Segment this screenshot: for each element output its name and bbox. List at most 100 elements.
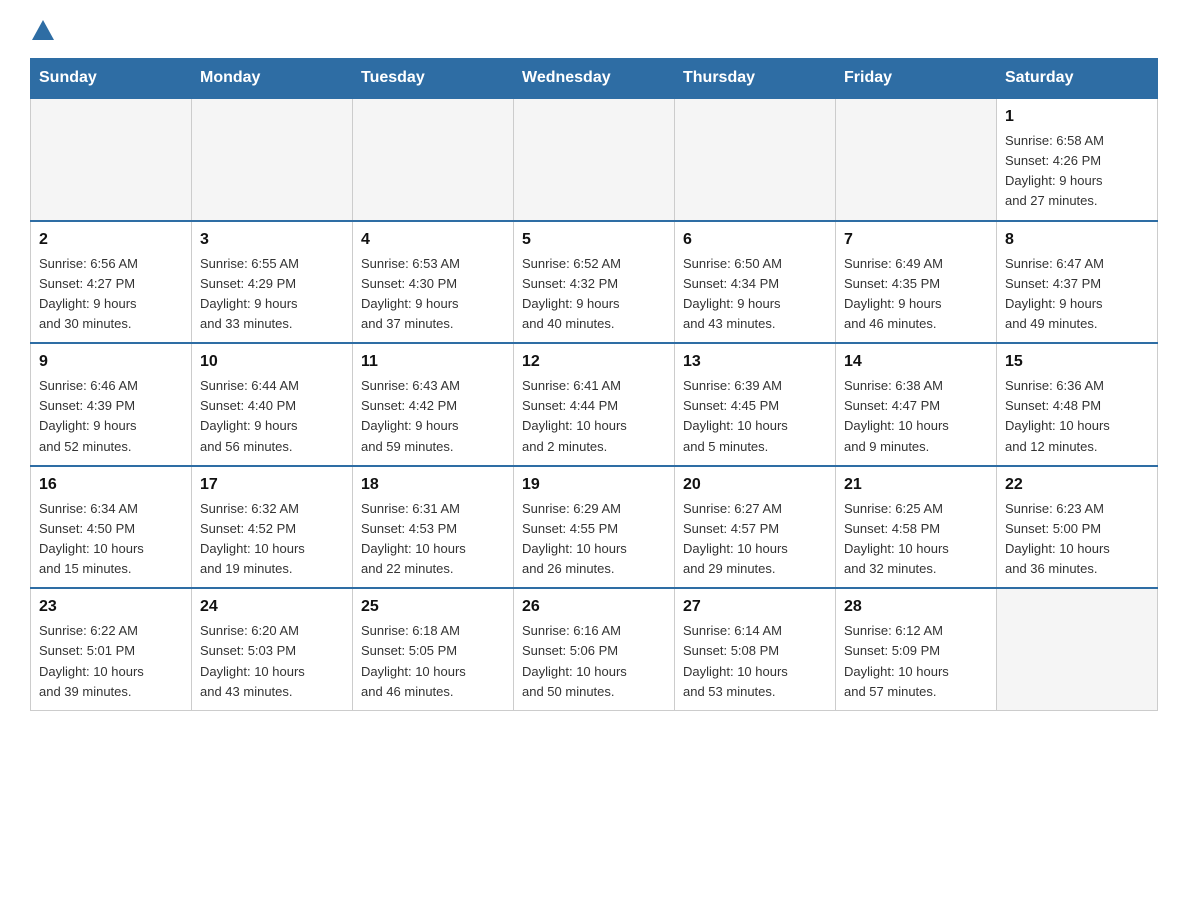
day-info: Sunrise: 6:58 AM Sunset: 4:26 PM Dayligh…: [1005, 131, 1149, 212]
calendar-table: SundayMondayTuesdayWednesdayThursdayFrid…: [30, 58, 1158, 711]
column-header-monday: Monday: [192, 59, 353, 99]
day-number: 14: [844, 350, 988, 374]
calendar-cell: 26Sunrise: 6:16 AM Sunset: 5:06 PM Dayli…: [514, 588, 675, 710]
calendar-header-row: SundayMondayTuesdayWednesdayThursdayFrid…: [31, 59, 1158, 99]
calendar-cell: 3Sunrise: 6:55 AM Sunset: 4:29 PM Daylig…: [192, 221, 353, 344]
calendar-cell: 27Sunrise: 6:14 AM Sunset: 5:08 PM Dayli…: [675, 588, 836, 710]
column-header-sunday: Sunday: [31, 59, 192, 99]
calendar-cell: 2Sunrise: 6:56 AM Sunset: 4:27 PM Daylig…: [31, 221, 192, 344]
calendar-cell: 10Sunrise: 6:44 AM Sunset: 4:40 PM Dayli…: [192, 343, 353, 466]
day-info: Sunrise: 6:44 AM Sunset: 4:40 PM Dayligh…: [200, 376, 344, 457]
day-info: Sunrise: 6:39 AM Sunset: 4:45 PM Dayligh…: [683, 376, 827, 457]
day-info: Sunrise: 6:38 AM Sunset: 4:47 PM Dayligh…: [844, 376, 988, 457]
logo-icon: [32, 20, 54, 40]
day-info: Sunrise: 6:41 AM Sunset: 4:44 PM Dayligh…: [522, 376, 666, 457]
calendar-cell: [997, 588, 1158, 710]
calendar-cell: 20Sunrise: 6:27 AM Sunset: 4:57 PM Dayli…: [675, 466, 836, 589]
day-info: Sunrise: 6:31 AM Sunset: 4:53 PM Dayligh…: [361, 499, 505, 580]
calendar-cell: 21Sunrise: 6:25 AM Sunset: 4:58 PM Dayli…: [836, 466, 997, 589]
week-row-3: 9Sunrise: 6:46 AM Sunset: 4:39 PM Daylig…: [31, 343, 1158, 466]
day-info: Sunrise: 6:49 AM Sunset: 4:35 PM Dayligh…: [844, 254, 988, 335]
day-number: 28: [844, 595, 988, 619]
calendar-cell: [836, 98, 997, 221]
page-header: [30, 20, 1158, 40]
calendar-cell: 4Sunrise: 6:53 AM Sunset: 4:30 PM Daylig…: [353, 221, 514, 344]
day-number: 21: [844, 473, 988, 497]
day-number: 20: [683, 473, 827, 497]
calendar-cell: 5Sunrise: 6:52 AM Sunset: 4:32 PM Daylig…: [514, 221, 675, 344]
day-number: 6: [683, 228, 827, 252]
calendar-cell: 16Sunrise: 6:34 AM Sunset: 4:50 PM Dayli…: [31, 466, 192, 589]
day-number: 13: [683, 350, 827, 374]
calendar-cell: [514, 98, 675, 221]
day-info: Sunrise: 6:55 AM Sunset: 4:29 PM Dayligh…: [200, 254, 344, 335]
calendar-cell: 23Sunrise: 6:22 AM Sunset: 5:01 PM Dayli…: [31, 588, 192, 710]
calendar-cell: [675, 98, 836, 221]
day-info: Sunrise: 6:23 AM Sunset: 5:00 PM Dayligh…: [1005, 499, 1149, 580]
day-info: Sunrise: 6:56 AM Sunset: 4:27 PM Dayligh…: [39, 254, 183, 335]
day-info: Sunrise: 6:12 AM Sunset: 5:09 PM Dayligh…: [844, 621, 988, 702]
calendar-cell: 9Sunrise: 6:46 AM Sunset: 4:39 PM Daylig…: [31, 343, 192, 466]
day-info: Sunrise: 6:46 AM Sunset: 4:39 PM Dayligh…: [39, 376, 183, 457]
day-number: 5: [522, 228, 666, 252]
day-info: Sunrise: 6:29 AM Sunset: 4:55 PM Dayligh…: [522, 499, 666, 580]
week-row-2: 2Sunrise: 6:56 AM Sunset: 4:27 PM Daylig…: [31, 221, 1158, 344]
column-header-tuesday: Tuesday: [353, 59, 514, 99]
calendar-cell: 6Sunrise: 6:50 AM Sunset: 4:34 PM Daylig…: [675, 221, 836, 344]
day-number: 22: [1005, 473, 1149, 497]
calendar-cell: 15Sunrise: 6:36 AM Sunset: 4:48 PM Dayli…: [997, 343, 1158, 466]
calendar-cell: 22Sunrise: 6:23 AM Sunset: 5:00 PM Dayli…: [997, 466, 1158, 589]
day-number: 19: [522, 473, 666, 497]
day-info: Sunrise: 6:16 AM Sunset: 5:06 PM Dayligh…: [522, 621, 666, 702]
calendar-cell: 14Sunrise: 6:38 AM Sunset: 4:47 PM Dayli…: [836, 343, 997, 466]
day-number: 24: [200, 595, 344, 619]
day-number: 17: [200, 473, 344, 497]
calendar-cell: 13Sunrise: 6:39 AM Sunset: 4:45 PM Dayli…: [675, 343, 836, 466]
day-info: Sunrise: 6:52 AM Sunset: 4:32 PM Dayligh…: [522, 254, 666, 335]
column-header-wednesday: Wednesday: [514, 59, 675, 99]
logo: [30, 20, 54, 40]
day-number: 3: [200, 228, 344, 252]
day-number: 16: [39, 473, 183, 497]
day-number: 11: [361, 350, 505, 374]
calendar-cell: 12Sunrise: 6:41 AM Sunset: 4:44 PM Dayli…: [514, 343, 675, 466]
day-info: Sunrise: 6:32 AM Sunset: 4:52 PM Dayligh…: [200, 499, 344, 580]
calendar-cell: 7Sunrise: 6:49 AM Sunset: 4:35 PM Daylig…: [836, 221, 997, 344]
calendar-cell: 24Sunrise: 6:20 AM Sunset: 5:03 PM Dayli…: [192, 588, 353, 710]
calendar-cell: 8Sunrise: 6:47 AM Sunset: 4:37 PM Daylig…: [997, 221, 1158, 344]
calendar-cell: [192, 98, 353, 221]
day-number: 7: [844, 228, 988, 252]
column-header-friday: Friday: [836, 59, 997, 99]
day-info: Sunrise: 6:53 AM Sunset: 4:30 PM Dayligh…: [361, 254, 505, 335]
calendar-cell: 11Sunrise: 6:43 AM Sunset: 4:42 PM Dayli…: [353, 343, 514, 466]
day-number: 25: [361, 595, 505, 619]
day-info: Sunrise: 6:22 AM Sunset: 5:01 PM Dayligh…: [39, 621, 183, 702]
calendar-cell: 18Sunrise: 6:31 AM Sunset: 4:53 PM Dayli…: [353, 466, 514, 589]
day-number: 8: [1005, 228, 1149, 252]
day-info: Sunrise: 6:20 AM Sunset: 5:03 PM Dayligh…: [200, 621, 344, 702]
calendar-cell: 25Sunrise: 6:18 AM Sunset: 5:05 PM Dayli…: [353, 588, 514, 710]
day-number: 1: [1005, 105, 1149, 129]
day-number: 15: [1005, 350, 1149, 374]
day-info: Sunrise: 6:18 AM Sunset: 5:05 PM Dayligh…: [361, 621, 505, 702]
day-number: 18: [361, 473, 505, 497]
calendar-cell: 1Sunrise: 6:58 AM Sunset: 4:26 PM Daylig…: [997, 98, 1158, 221]
day-info: Sunrise: 6:25 AM Sunset: 4:58 PM Dayligh…: [844, 499, 988, 580]
calendar-cell: 17Sunrise: 6:32 AM Sunset: 4:52 PM Dayli…: [192, 466, 353, 589]
day-number: 26: [522, 595, 666, 619]
week-row-1: 1Sunrise: 6:58 AM Sunset: 4:26 PM Daylig…: [31, 98, 1158, 221]
day-number: 4: [361, 228, 505, 252]
day-info: Sunrise: 6:34 AM Sunset: 4:50 PM Dayligh…: [39, 499, 183, 580]
day-number: 2: [39, 228, 183, 252]
day-info: Sunrise: 6:50 AM Sunset: 4:34 PM Dayligh…: [683, 254, 827, 335]
week-row-4: 16Sunrise: 6:34 AM Sunset: 4:50 PM Dayli…: [31, 466, 1158, 589]
day-number: 27: [683, 595, 827, 619]
calendar-cell: [353, 98, 514, 221]
day-info: Sunrise: 6:43 AM Sunset: 4:42 PM Dayligh…: [361, 376, 505, 457]
day-number: 12: [522, 350, 666, 374]
week-row-5: 23Sunrise: 6:22 AM Sunset: 5:01 PM Dayli…: [31, 588, 1158, 710]
day-info: Sunrise: 6:27 AM Sunset: 4:57 PM Dayligh…: [683, 499, 827, 580]
day-info: Sunrise: 6:47 AM Sunset: 4:37 PM Dayligh…: [1005, 254, 1149, 335]
column-header-saturday: Saturday: [997, 59, 1158, 99]
day-info: Sunrise: 6:36 AM Sunset: 4:48 PM Dayligh…: [1005, 376, 1149, 457]
